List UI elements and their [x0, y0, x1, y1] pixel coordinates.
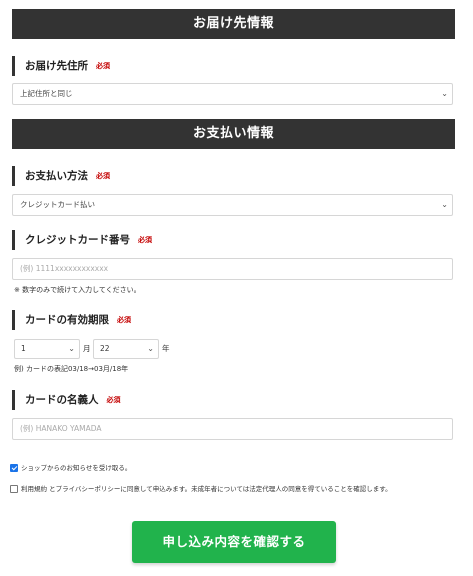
payment-section-header: お支払い情報: [12, 119, 455, 149]
card-holder-input[interactable]: (例) HANAKO YAMADA: [12, 418, 453, 440]
required-badge: 必須: [96, 62, 110, 70]
card-number-input[interactable]: (例) 1111xxxxxxxxxxxx: [12, 258, 453, 280]
card-number-label: クレジットカード番号 必須: [12, 230, 152, 250]
delivery-section-header: お届け先情報: [12, 9, 455, 39]
card-number-placeholder: (例) 1111xxxxxxxxxxxx: [20, 264, 109, 273]
chevron-down-icon: ⌄: [68, 344, 75, 353]
chevron-down-icon: ⌄: [147, 344, 154, 353]
month-unit: 月: [83, 344, 91, 353]
required-badge: 必須: [117, 316, 131, 324]
newsletter-checkbox[interactable]: [10, 464, 18, 472]
chevron-down-icon: ⌄: [441, 200, 448, 209]
delivery-address-label-text: お届け先住所: [25, 60, 88, 72]
card-holder-placeholder: (例) HANAKO YAMADA: [20, 424, 102, 433]
terms-checkbox[interactable]: [10, 485, 18, 493]
payment-method-value: クレジットカード払い: [20, 200, 95, 209]
card-number-label-text: クレジットカード番号: [25, 234, 130, 246]
expiry-label-text: カードの有効期限: [25, 314, 109, 326]
newsletter-consent[interactable]: ショップからのお知らせを受け取る。: [10, 463, 131, 473]
expiry-year-value: 22: [100, 344, 110, 353]
year-unit: 年: [162, 344, 170, 353]
delivery-address-label: お届け先住所 必須: [12, 56, 110, 76]
terms-consent[interactable]: 利用規約 とプライバシーポリシーに同意して申込みます。未成年者については法定代理…: [10, 484, 392, 494]
expiry-label: カードの有効期限 必須: [12, 310, 131, 330]
delivery-address-select[interactable]: 上記住所と同じ ⌄: [12, 83, 453, 105]
expiry-month-value: 1: [21, 344, 26, 353]
required-badge: 必須: [138, 236, 152, 244]
card-holder-label: カードの名義人 必須: [12, 390, 121, 410]
required-badge: 必須: [96, 172, 110, 180]
delivery-address-value: 上記住所と同じ: [20, 89, 73, 98]
payment-method-label: お支払い方法 必須: [12, 166, 110, 186]
required-badge: 必須: [106, 396, 121, 404]
expiry-year-select[interactable]: 22 ⌄: [93, 339, 159, 359]
payment-method-label-text: お支払い方法: [25, 170, 88, 182]
card-number-note: ※ 数字のみで続けて入力してください。: [14, 286, 141, 294]
expiry-example-note: 例) カードの表記03/18→03月/18年: [14, 365, 129, 373]
confirm-submit-button[interactable]: 申し込み内容を確認する: [132, 521, 336, 563]
card-holder-label-text: カードの名義人: [25, 394, 99, 406]
terms-consent-text: 利用規約 とプライバシーポリシーに同意して申込みます。未成年者については法定代理…: [21, 485, 392, 493]
expiry-month-select[interactable]: 1 ⌄: [14, 339, 80, 359]
chevron-down-icon: ⌄: [441, 89, 448, 98]
newsletter-consent-text: ショップからのお知らせを受け取る。: [21, 464, 132, 472]
payment-method-select[interactable]: クレジットカード払い ⌄: [12, 194, 453, 216]
